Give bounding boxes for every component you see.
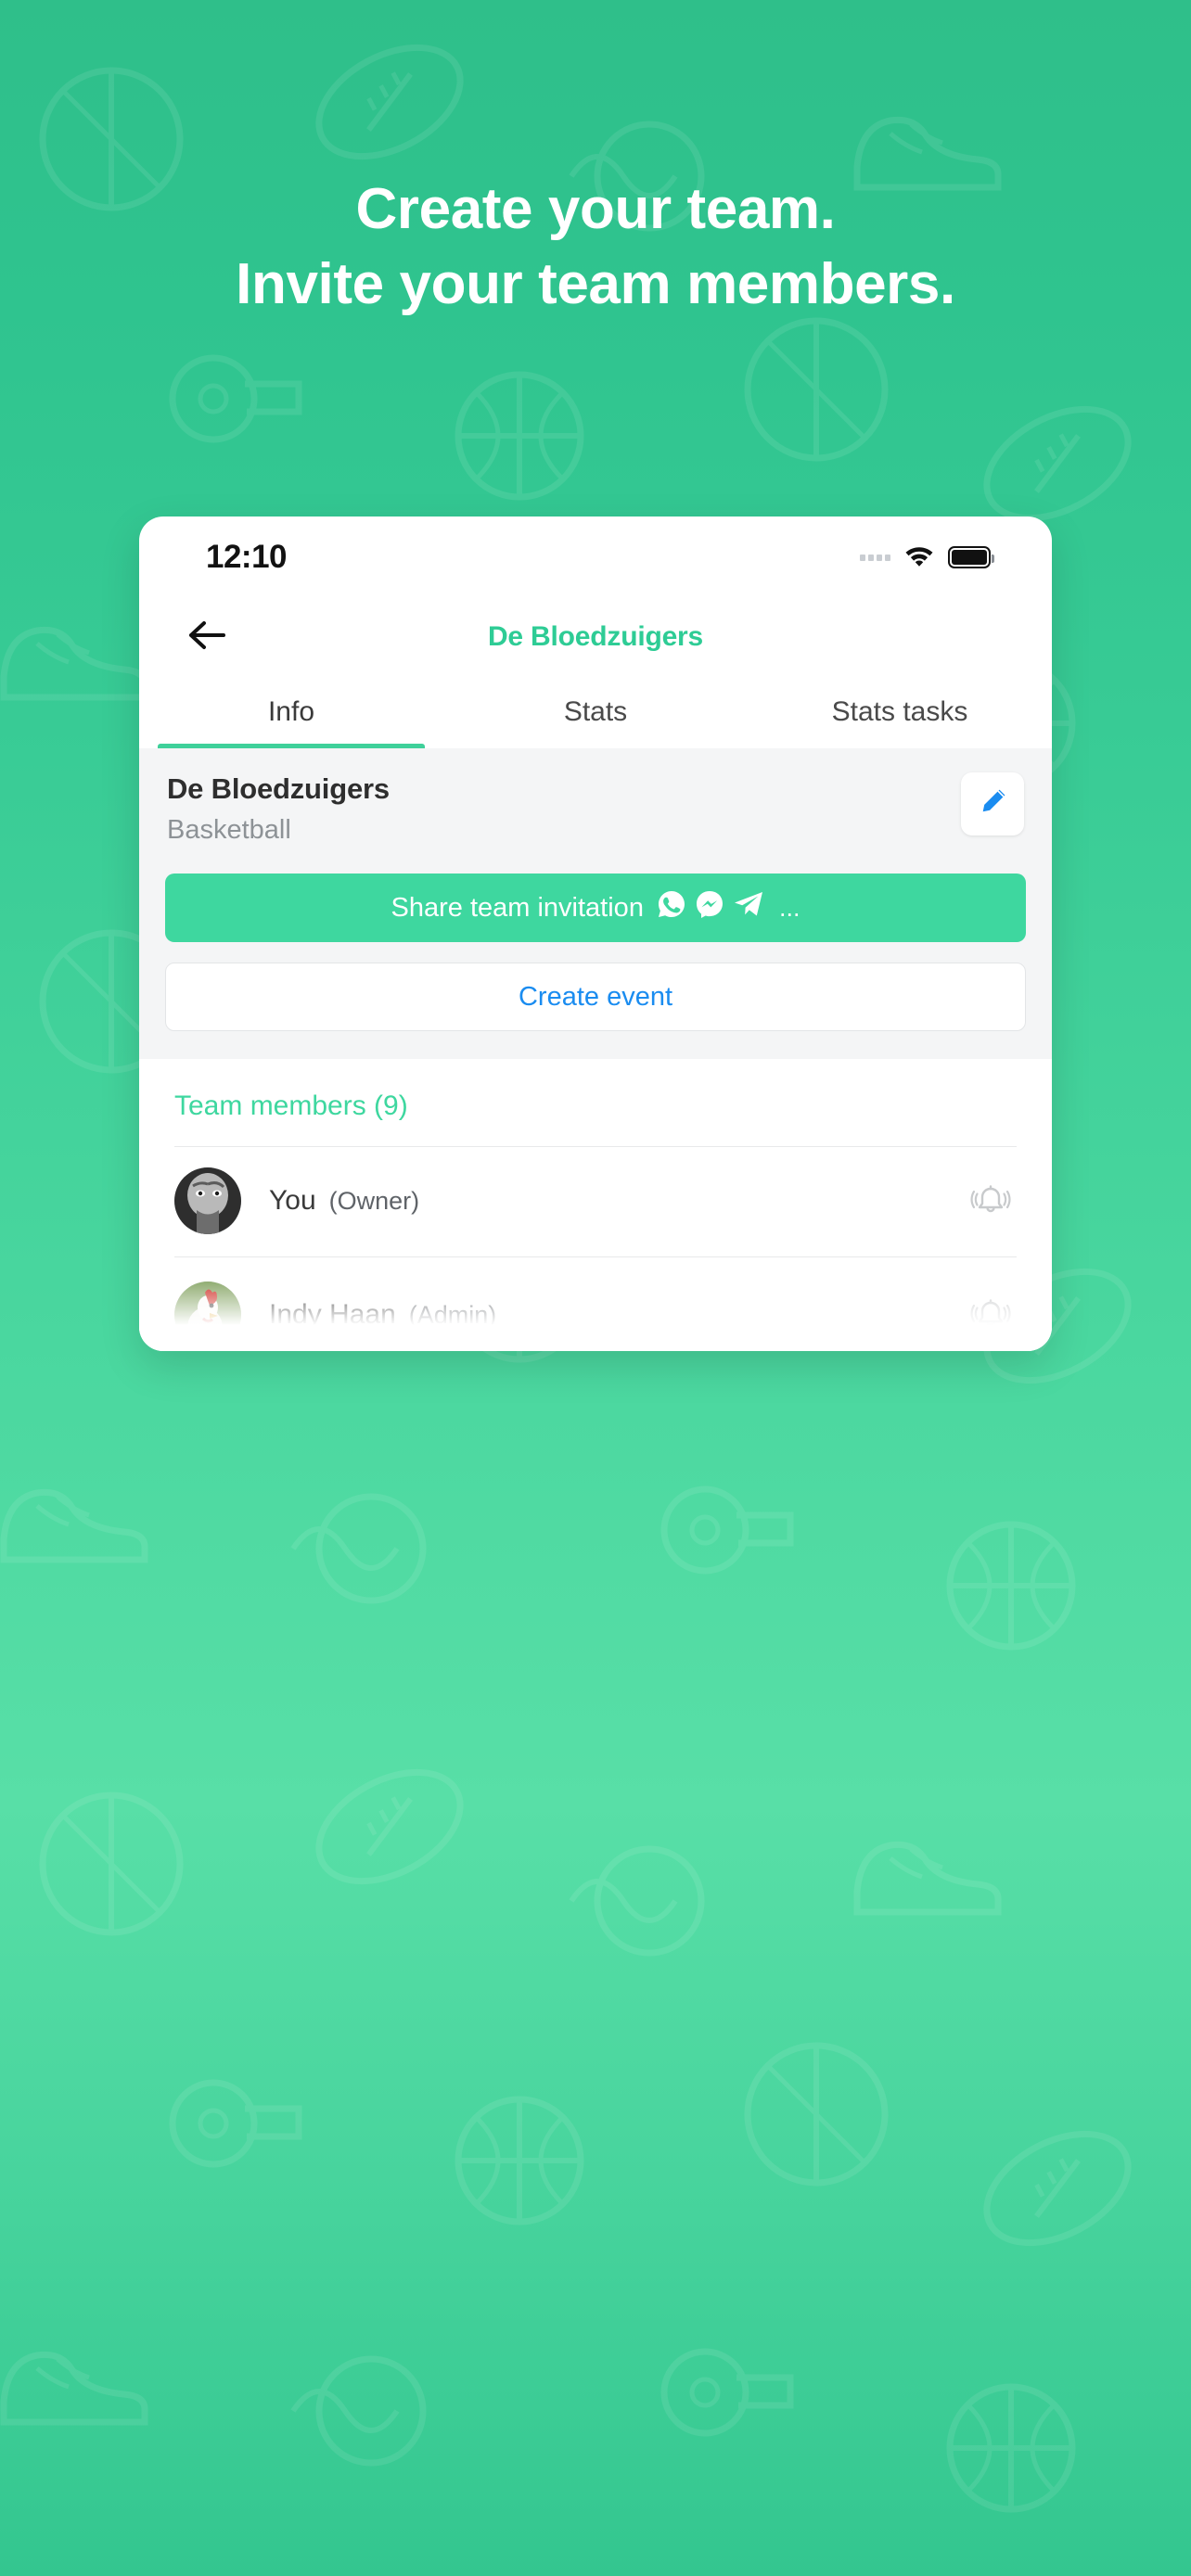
share-app-icons [657,889,764,926]
create-event-button[interactable]: Create event [165,963,1026,1031]
battery-full-icon [948,546,994,568]
share-label: Share team invitation [391,892,644,923]
share-team-invitation-button[interactable]: Share team invitation ... [165,874,1026,942]
whatsapp-icon [657,889,686,926]
member-role: (Owner) [328,1186,420,1215]
tab-bar: Info Stats Stats tasks [139,676,1052,748]
member-name: You [269,1185,316,1216]
member-summary[interactable]: You (Owner) [174,1167,1017,1256]
phone-mockup: 12:10 De Bloedzuigers Info Stats Stats t… [139,516,1052,1351]
signal-dots-icon [860,554,890,561]
team-info-card: De Bloedzuigers Basketball Share team in… [139,748,1052,1059]
page-title: De Bloedzuigers [487,621,704,652]
arrow-left-icon [188,619,227,656]
status-bar-indicators [860,543,994,572]
tab-stats-tasks[interactable]: Stats tasks [748,676,1052,748]
team-info-text: De Bloedzuigers Basketball [167,772,390,846]
avatar [174,1167,241,1234]
phone-screen: 12:10 De Bloedzuigers Info Stats Stats t… [139,516,1052,1351]
edit-team-button[interactable] [961,772,1024,835]
table-row: Indy Haan (Admin) Admin Remov [174,1256,1017,1351]
avatar [174,1282,241,1348]
bell-active-icon[interactable] [965,1175,1017,1227]
member-name: Indy Haan [269,1299,396,1330]
tab-stats[interactable]: Stats [443,676,748,748]
headline-line-1: Create your team. [355,177,836,241]
table-row: You (Owner) [174,1146,1017,1256]
wifi-icon [903,543,935,572]
messenger-icon [695,889,724,926]
back-button[interactable] [180,609,236,665]
team-name: De Bloedzuigers [167,772,390,805]
headline: Create your team. Invite your team membe… [0,172,1191,322]
status-bar: 12:10 [139,516,1052,598]
team-members-title: Team members (9) [174,1090,408,1121]
share-more-ellipsis[interactable]: ... [779,894,800,923]
member-role: (Admin) [408,1300,497,1329]
nav-bar: De Bloedzuigers [139,598,1052,676]
team-members-section: Team members (9) You (Owner) Indy Haan (… [139,1059,1052,1351]
headline-line-2: Invite your team members. [236,251,955,316]
bell-active-icon[interactable] [965,1289,1017,1341]
pencil-icon [977,786,1008,823]
telegram-icon [733,889,764,926]
team-info-header: De Bloedzuigers Basketball [165,772,1026,846]
member-summary[interactable]: Indy Haan (Admin) [174,1278,1017,1351]
status-bar-time: 12:10 [206,539,288,575]
team-sport: Basketball [167,815,291,845]
tab-info[interactable]: Info [139,676,443,748]
